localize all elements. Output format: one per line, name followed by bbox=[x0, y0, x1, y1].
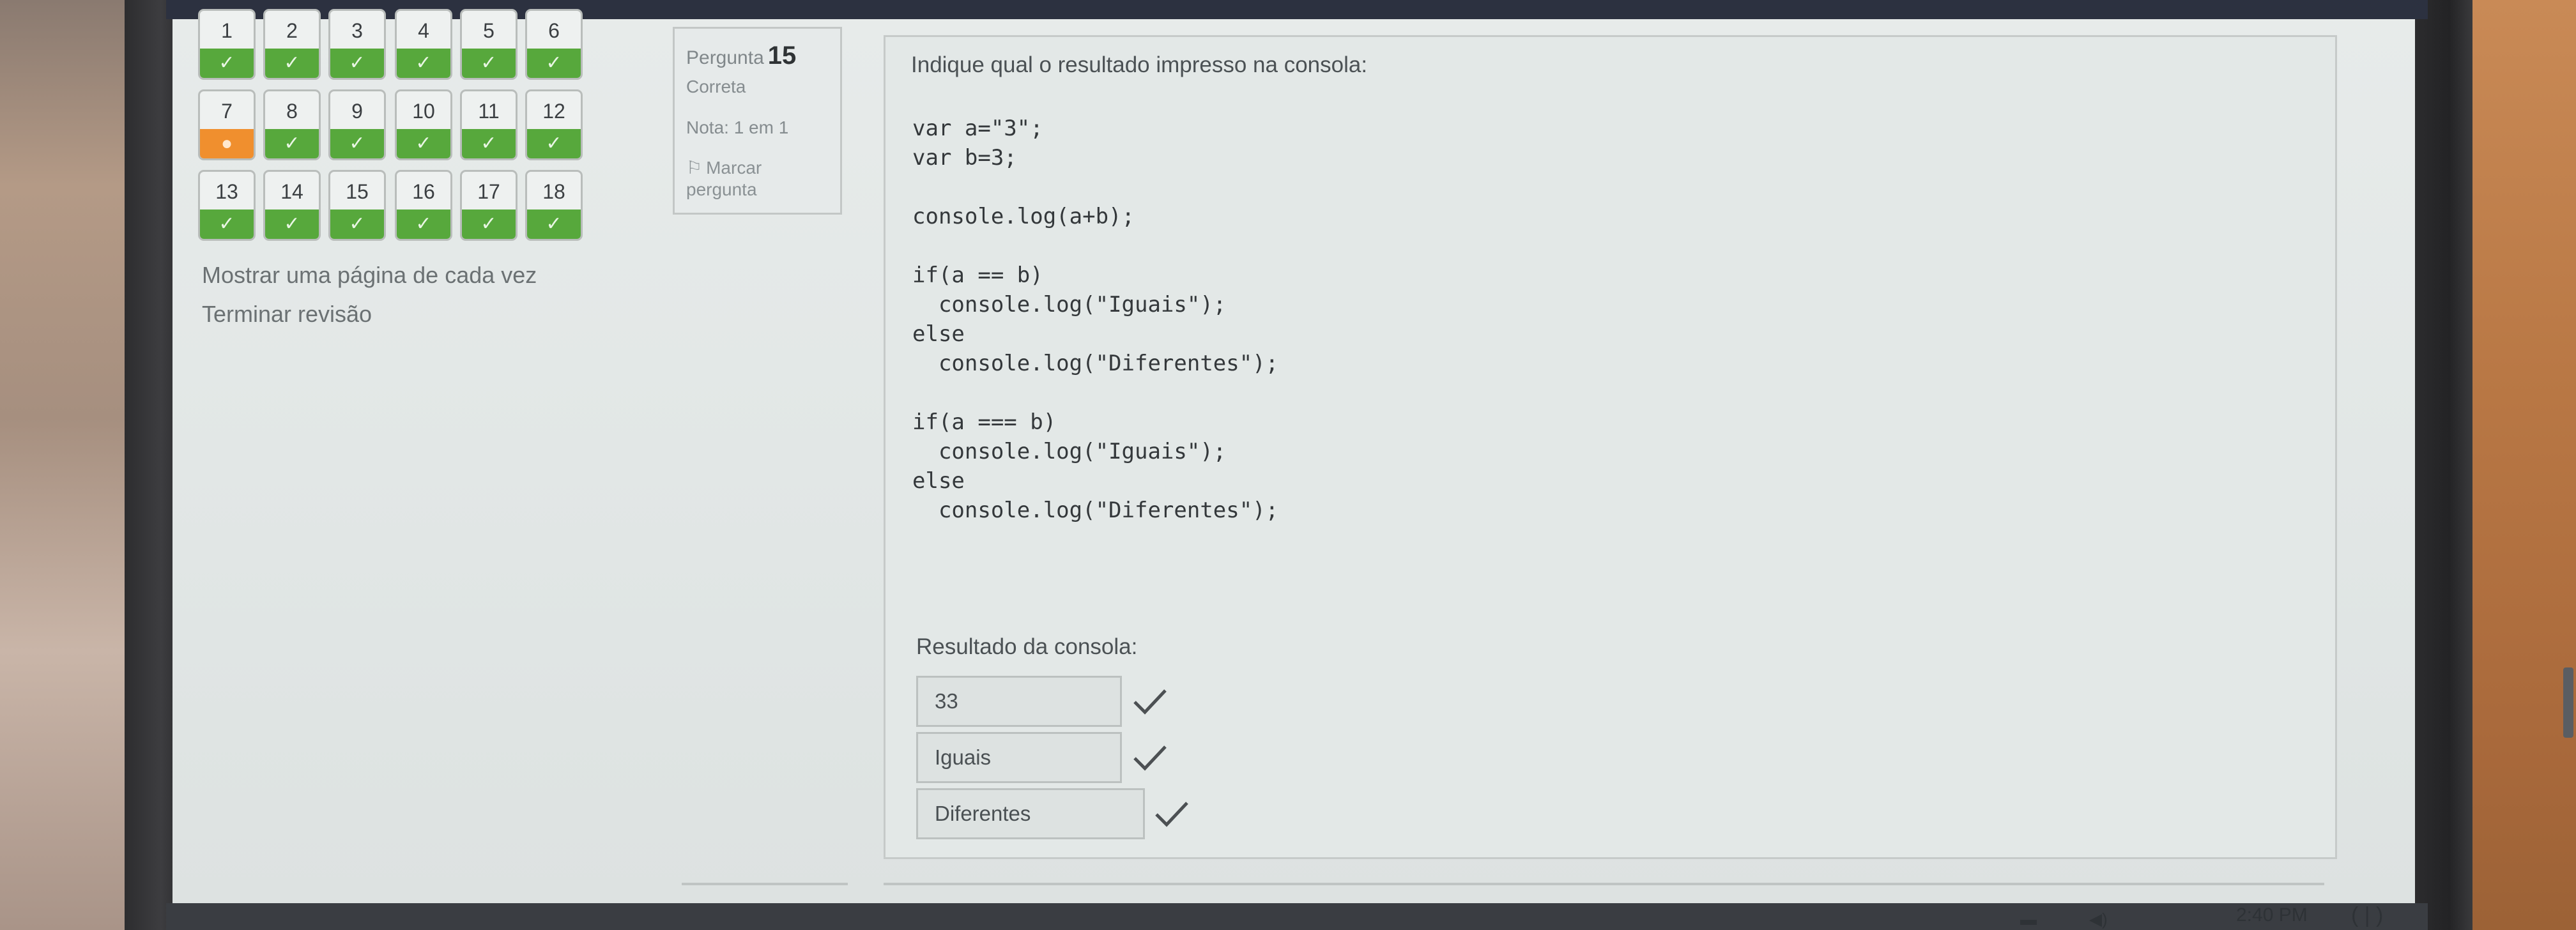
taskbar: ▬ ◀) 2:40 PM ( | ) bbox=[2006, 901, 2415, 930]
check-icon: ✓ bbox=[200, 210, 254, 239]
question-number: 6 bbox=[548, 19, 560, 42]
check-icon: ✓ bbox=[462, 129, 516, 158]
check-icon: ✓ bbox=[330, 129, 384, 158]
notification-icon[interactable]: ( | ) bbox=[2351, 903, 2383, 928]
finish-review-link[interactable]: Terminar revisão bbox=[202, 301, 372, 328]
check-icon: ✓ bbox=[330, 210, 384, 239]
question-prompt: Indique qual o resultado impresso na con… bbox=[911, 52, 1368, 77]
question-grade: Nota: 1 em 1 bbox=[686, 118, 789, 137]
question-nav-button-3[interactable]: 3 ✓ bbox=[328, 9, 386, 80]
question-number: 18 bbox=[542, 180, 565, 203]
question-info-box: Pergunta 15 Correta Nota: 1 em 1 ⚐ Marcar … bbox=[673, 27, 842, 215]
answer-field-1[interactable]: 33 bbox=[916, 676, 1122, 727]
check-icon: ✓ bbox=[462, 210, 516, 239]
question-number: 7 bbox=[221, 100, 233, 123]
result-label: Resultado da consola: bbox=[916, 634, 1138, 659]
question-nav-button-9[interactable]: 9 ✓ bbox=[328, 89, 386, 160]
monitor-bezel-right bbox=[2414, 0, 2472, 930]
check-icon bbox=[1154, 799, 1190, 828]
check-icon: ✓ bbox=[462, 49, 516, 78]
question-number: 10 bbox=[412, 100, 435, 123]
question-number: 4 bbox=[418, 19, 429, 42]
check-icon: ✓ bbox=[527, 210, 581, 239]
question-number: 11 bbox=[478, 100, 500, 123]
question-nav-button-17[interactable]: 17 ✓ bbox=[460, 170, 518, 241]
question-number: 2 bbox=[286, 19, 298, 42]
question-nav-button-18[interactable]: 18 ✓ bbox=[525, 170, 583, 241]
flag-icon: ⚐ bbox=[686, 158, 703, 178]
answer-field-3[interactable]: Diferentes bbox=[916, 788, 1145, 839]
question-nav-button-4[interactable]: 4 ✓ bbox=[395, 9, 452, 80]
volume-icon[interactable]: ◀) bbox=[2089, 910, 2108, 929]
question-nav-button-10[interactable]: 10 ✓ bbox=[395, 89, 452, 160]
question-number: 17 bbox=[477, 180, 500, 203]
pending-icon: ● bbox=[200, 129, 254, 158]
question-number: 15 bbox=[767, 42, 797, 70]
question-number: 14 bbox=[280, 180, 303, 203]
check-icon: ✓ bbox=[397, 210, 450, 239]
question-content: Indique qual o resultado impresso na con… bbox=[884, 35, 2337, 859]
background-right bbox=[2467, 0, 2576, 930]
question-nav-button-12[interactable]: 12 ✓ bbox=[525, 89, 583, 160]
code-block: var a="3"; var b=3; console.log(a+b); if… bbox=[912, 116, 1279, 523]
scrollbar[interactable] bbox=[2563, 667, 2573, 738]
check-icon: ✓ bbox=[265, 210, 319, 239]
check-icon: ✓ bbox=[527, 129, 581, 158]
taskbar-clock[interactable]: 2:40 PM bbox=[2236, 904, 2308, 926]
check-icon: ✓ bbox=[397, 129, 450, 158]
check-icon: ✓ bbox=[265, 129, 319, 158]
question-number: 3 bbox=[351, 19, 363, 42]
background-left bbox=[0, 0, 137, 930]
question-nav-button-11[interactable]: 11 ✓ bbox=[460, 89, 518, 160]
flag-question-button[interactable]: ⚐ Marcar pergunta bbox=[686, 157, 829, 201]
answer-field-2[interactable]: Iguais bbox=[916, 732, 1122, 783]
show-one-page-link[interactable]: Mostrar uma página de cada vez bbox=[202, 262, 537, 289]
question-nav-button-7[interactable]: 7 ● bbox=[198, 89, 256, 160]
check-icon: ✓ bbox=[265, 49, 319, 78]
check-icon bbox=[1132, 687, 1168, 716]
check-icon: ✓ bbox=[397, 49, 450, 78]
question-nav-button-8[interactable]: 8 ✓ bbox=[263, 89, 321, 160]
check-icon: ✓ bbox=[200, 49, 254, 78]
divider bbox=[884, 883, 2324, 885]
question-number: 16 bbox=[412, 180, 435, 203]
quiz-navigation: 1 ✓ 2 ✓ 3 ✓ 4 ✓ 5 ✓ 6 ✓ 7 ● 8 ✓ 9 ✓ 10 ✓ 11 ✓ 12 ✓ 13 ✓ 14 ✓ 15 ✓ 16 ✓ 1… bbox=[198, 9, 601, 252]
question-nav-button-2[interactable]: 2 ✓ bbox=[263, 9, 321, 80]
question-number: 12 bbox=[542, 100, 565, 123]
question-nav-button-6[interactable]: 6 ✓ bbox=[525, 9, 583, 80]
question-number: 8 bbox=[286, 100, 298, 123]
question-nav-button-15[interactable]: 15 ✓ bbox=[328, 170, 386, 241]
question-state: Correta bbox=[686, 77, 746, 96]
question-nav-button-16[interactable]: 16 ✓ bbox=[395, 170, 452, 241]
battery-icon[interactable]: ▬ bbox=[2020, 910, 2037, 929]
question-number: 13 bbox=[215, 180, 238, 203]
question-nav-button-5[interactable]: 5 ✓ bbox=[460, 9, 518, 80]
question-nav-button-14[interactable]: 14 ✓ bbox=[263, 170, 321, 241]
question-number: 9 bbox=[351, 100, 363, 123]
question-label: Pergunta 15 bbox=[686, 42, 797, 70]
check-icon bbox=[1132, 743, 1168, 772]
question-number: 1 bbox=[221, 19, 233, 42]
question-nav-button-1[interactable]: 1 ✓ bbox=[198, 9, 256, 80]
divider bbox=[682, 883, 848, 885]
check-icon: ✓ bbox=[527, 49, 581, 78]
check-icon: ✓ bbox=[330, 49, 384, 78]
question-number: 15 bbox=[346, 180, 369, 203]
question-number: 5 bbox=[483, 19, 494, 42]
question-nav-button-13[interactable]: 13 ✓ bbox=[198, 170, 256, 241]
